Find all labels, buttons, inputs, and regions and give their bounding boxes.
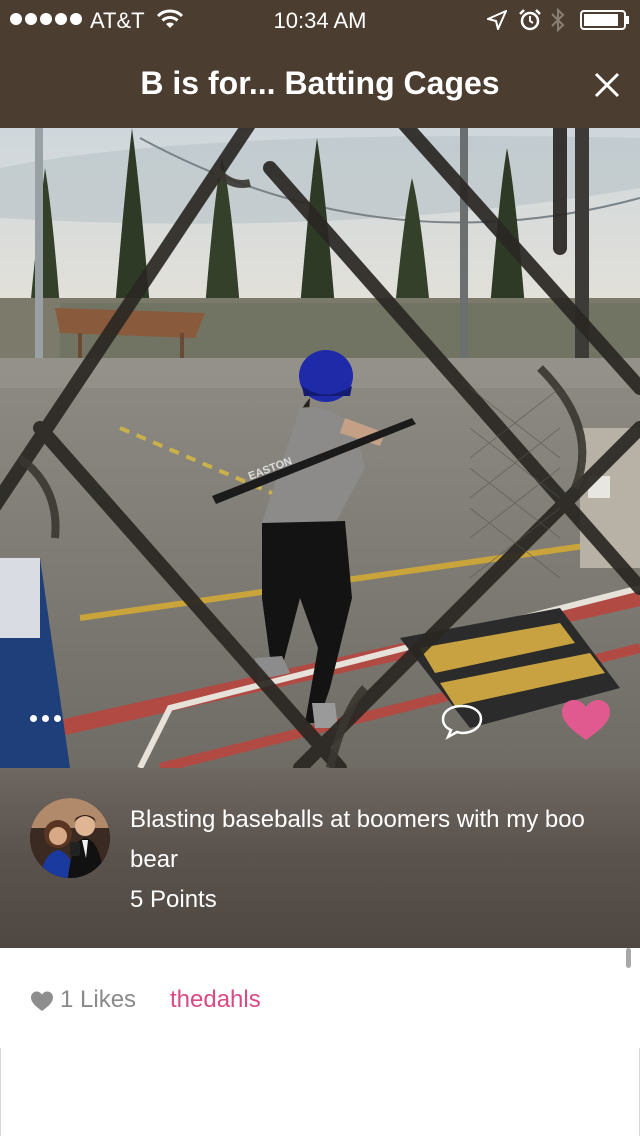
post-caption-area: Blasting baseballs at boomers with my bo…	[0, 768, 640, 948]
close-icon[interactable]	[588, 66, 626, 104]
likes-count[interactable]: 1 Likes	[60, 986, 136, 1014]
post-caption: Blasting baseballs at boomers with my bo…	[130, 806, 585, 873]
more-icon[interactable]	[30, 708, 70, 728]
points-label: 5 Points	[130, 886, 217, 913]
next-post-card	[0, 1048, 640, 1136]
avatar[interactable]	[30, 798, 110, 878]
likes-row: 1 Likes thedahls	[0, 948, 640, 1048]
batting-cage-photo: EASTON	[0, 128, 640, 768]
bluetooth-icon	[551, 7, 565, 33]
page-title: B is for... Batting Cages	[140, 65, 500, 101]
likes-heart-icon	[31, 991, 53, 1011]
post-photo: EASTON	[0, 128, 640, 768]
battery-icon	[580, 10, 629, 30]
status-time: 10:34 AM	[273, 8, 367, 33]
comment-icon[interactable]	[440, 701, 484, 741]
location-icon	[487, 10, 507, 30]
scroll-indicator[interactable]	[626, 948, 631, 968]
heart-icon[interactable]	[560, 698, 612, 742]
alarm-icon	[519, 9, 541, 31]
header: AT&T 10:34 AM B is for... Batting Cages	[0, 0, 640, 128]
username-link[interactable]: thedahls	[170, 986, 261, 1014]
status-bar: AT&T 10:34 AM	[0, 0, 640, 40]
